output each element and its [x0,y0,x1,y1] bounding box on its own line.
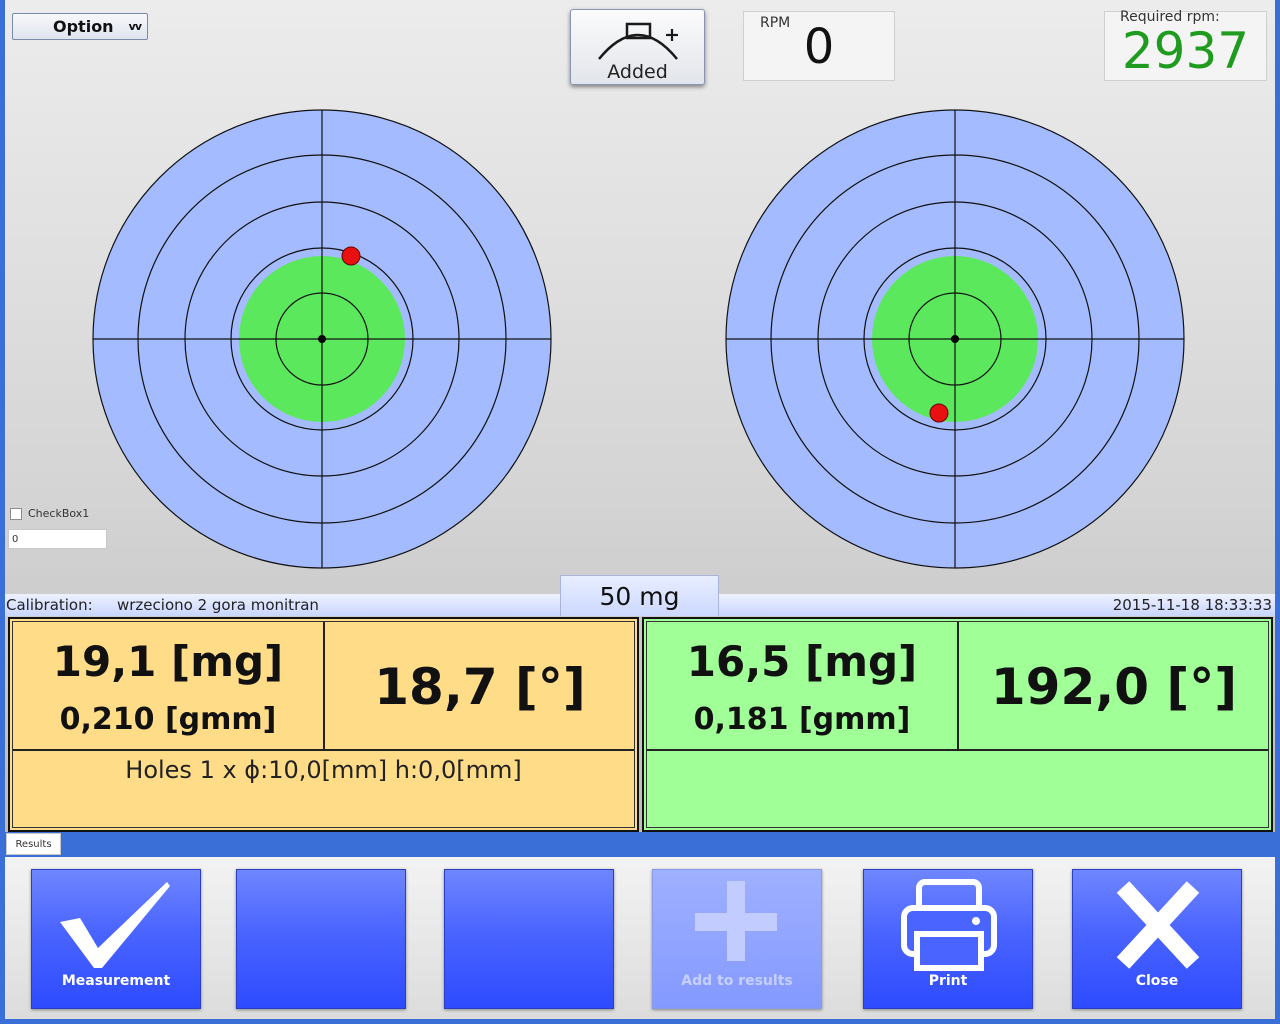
left-holes-info: Holes 1 x ϕ:10,0[mm] h:0,0[mm] [125,756,522,784]
right-angle-value: 192,0 [°] [990,658,1238,716]
results-tab[interactable]: Results [6,833,61,855]
right-mass-value: 16,5 [mg] [686,637,918,686]
left-unbalance-value: 0,210 [gmm] [59,702,277,737]
measurement-button[interactable]: Measurement [31,869,201,1009]
calibration-label: Calibration: [6,596,93,614]
close-button[interactable]: Close [1072,869,1242,1009]
print-label: Print [928,973,968,989]
balance-targets [92,109,1185,569]
left-unbalance-marker [341,246,361,266]
calibration-value: wrzeciono 2 gora monitran [117,596,319,614]
checkbox-box[interactable] [10,508,22,520]
add-to-results-button[interactable]: Add to results [652,869,822,1009]
calibration-datetime: 2015-11-18 18:33:33 [1112,596,1272,614]
left-plane-panel: 19,1 [mg] 0,210 [gmm] 18,7 [°] Holes 1 x… [8,617,639,832]
value-input[interactable] [8,529,107,549]
measurement-label: Measurement [61,973,171,989]
blank-button-2[interactable] [444,869,614,1009]
printer-icon [901,879,997,971]
left-mass-value: 19,1 [mg] [52,637,284,686]
left-angle-value: 18,7 [°] [374,658,586,716]
checkbox-label: CheckBox1 [28,507,90,520]
right-plane-panel: 16,5 [mg] 0,181 [gmm] 192,0 [°] [642,617,1273,832]
left-target [92,109,552,569]
right-unbalance-marker [929,403,949,423]
blank-button-1[interactable] [236,869,406,1009]
checkbox1[interactable]: CheckBox1 [10,507,89,521]
main-view: Option vv Added RPM 0 Required rpm: 2937 [5,0,1275,832]
close-label: Close [1135,973,1179,989]
tolerance-tab[interactable]: 50 mg [560,575,719,616]
plus-icon [695,881,777,961]
right-target [725,109,1185,569]
close-x-icon [1116,881,1200,969]
right-unbalance-value: 0,181 [gmm] [693,702,911,737]
add-to-results-label: Add to results [681,973,793,989]
print-button[interactable]: Print [863,869,1033,1009]
checkmark-icon [60,882,170,968]
bottom-toolbar: Measurement Add to results Print Close [5,857,1275,1019]
